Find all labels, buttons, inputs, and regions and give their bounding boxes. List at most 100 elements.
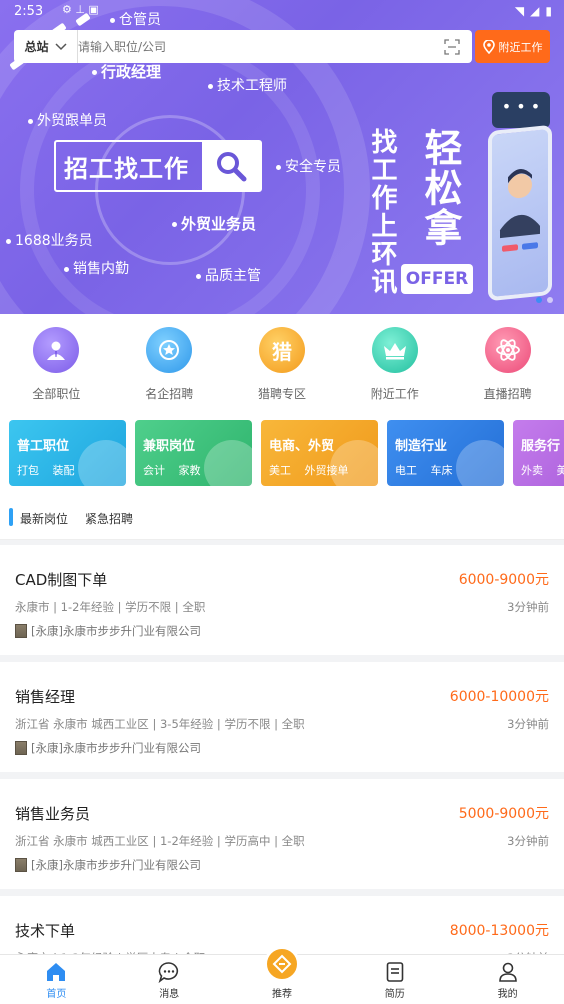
job-posted-time: 3分钟前	[507, 600, 549, 614]
company-building-icon	[15, 624, 27, 638]
industry-card-manufacturing[interactable]: 制造行业 电工 车床	[387, 420, 504, 486]
industry-card-service[interactable]: 服务行 外卖 美	[513, 420, 564, 486]
station-selector[interactable]: 总站	[14, 30, 78, 63]
home-icon	[47, 963, 66, 981]
search-input[interactable]	[78, 39, 444, 54]
job-company: [永康]永康市步步升门业有限公司	[15, 740, 201, 756]
card-subtitle: 外卖 美	[521, 464, 564, 477]
wifi-icon: ◥	[514, 4, 525, 18]
card-title: 制造行业	[395, 439, 448, 454]
banner-tag: 销售内勤	[64, 258, 129, 278]
chat-bubble-illustration: • • •	[492, 92, 550, 128]
category-famous-companies[interactable]: 名企招聘	[113, 314, 226, 414]
banner-tag: 行政经理	[92, 61, 161, 82]
yen-coin-icon	[204, 440, 252, 486]
banner-slogan-big: 轻松拿	[418, 128, 462, 248]
status-bar: 2:53 ⚙ ⊥ ▣ ◥ ◢ ▮	[0, 0, 564, 24]
company-building-icon	[15, 741, 27, 755]
category-headhunting[interactable]: 猎 猎聘专区	[226, 314, 339, 414]
job-title: CAD制图下单	[15, 571, 108, 589]
search-bar: 总站	[14, 30, 472, 63]
pagination-dot[interactable]	[536, 297, 542, 303]
industry-card-ecommerce[interactable]: 电商、外贸 美工 外贸接单	[261, 420, 378, 486]
scan-icon[interactable]	[444, 38, 460, 55]
job-list-item[interactable]: 销售经理 6000-10000元 浙江省 永康市 城西工业区 | 3-5年经验 …	[0, 662, 564, 772]
company-name: [永康]永康市步步升门业有限公司	[31, 858, 201, 872]
lie-char-icon: 猎	[258, 327, 305, 373]
banner-headline-text: 招工找工作	[64, 154, 189, 183]
banner-tag: 技术工程师	[208, 75, 287, 95]
nav-home[interactable]: 首页	[0, 955, 113, 1004]
category-label: 名企招聘	[145, 387, 194, 401]
nav-messages[interactable]: 消息	[113, 955, 226, 1004]
tab-latest-jobs[interactable]: 最新岗位	[20, 510, 68, 527]
category-nearby-jobs[interactable]: 附近工作	[338, 314, 451, 414]
banner-tag: 外贸业务员	[172, 213, 256, 234]
card-title: 普工职位	[17, 439, 70, 454]
nav-label: 首页	[46, 989, 67, 1000]
banner-pagination	[536, 297, 553, 303]
industry-card-general-worker[interactable]: 普工职位 打包 装配	[9, 420, 126, 486]
banner-tag: 品质主管	[196, 265, 261, 285]
notification-icons: ⚙ ⊥ ▣	[62, 3, 99, 16]
card-subtitle: 电工 车床	[395, 464, 453, 477]
category-label: 猎聘专区	[257, 387, 306, 401]
tab-urgent-hiring[interactable]: 紧急招聘	[85, 510, 133, 527]
job-salary: 5000-9000元	[458, 806, 549, 822]
job-meta: 浙江省 永康市 城西工业区 | 3-5年经验 | 学历不限 | 全职	[15, 717, 305, 731]
diamond-ticket-icon[interactable]	[264, 946, 300, 982]
job-company: [永康]永康市步步升门业有限公司	[15, 623, 201, 639]
category-label: 全部职位	[32, 387, 81, 401]
card-subtitle: 打包 装配	[17, 464, 75, 477]
category-label: 直播招聘	[483, 387, 532, 401]
nav-label: 我的	[497, 989, 518, 1000]
star-medal-icon	[146, 327, 193, 373]
job-posted-time: 3分钟前	[507, 834, 549, 848]
nav-label: 简历	[384, 989, 405, 1000]
person-tie-icon	[33, 327, 80, 373]
resume-doc-icon	[386, 962, 404, 982]
job-salary: 6000-10000元	[449, 689, 549, 705]
company-name: [永康]永康市步步升门业有限公司	[31, 741, 201, 755]
job-salary: 6000-9000元	[458, 572, 549, 588]
job-list-item[interactable]: CAD制图下单 6000-9000元 永康市 | 1-2年经验 | 学历不限 |…	[0, 545, 564, 655]
status-icons: ◥ ◢ ▮	[515, 4, 552, 18]
industry-card-part-time[interactable]: 兼职岗位 会计 家教	[135, 420, 252, 486]
job-company: [永康]永康市步步升门业有限公司	[15, 857, 201, 873]
job-list-tabs: 最新岗位 紧急招聘	[0, 498, 564, 540]
pagination-dot[interactable]	[547, 297, 553, 303]
job-meta: 浙江省 永康市 城西工业区 | 1-2年经验 | 学历高中 | 全职	[15, 834, 305, 848]
job-title: 销售业务员	[15, 805, 91, 823]
phone-illustration	[488, 124, 552, 302]
nearby-jobs-label: 附近工作	[498, 40, 543, 54]
location-pin-icon	[482, 39, 495, 54]
card-title: 服务行	[521, 439, 561, 454]
gear-icon	[456, 440, 504, 486]
nav-profile[interactable]: 我的	[451, 955, 564, 1004]
job-salary: 8000-13000元	[449, 923, 549, 939]
category-live-recruiting[interactable]: 直播招聘	[451, 314, 564, 414]
atom-icon	[484, 327, 531, 373]
nav-label: 消息	[159, 989, 180, 1000]
category-all-jobs[interactable]: 全部职位	[0, 314, 113, 414]
job-title: 销售经理	[15, 688, 76, 706]
nav-resume[interactable]: 简历	[338, 955, 451, 1004]
tab-active-indicator	[9, 508, 13, 526]
app-screen: 仓管员 行政经理 技术工程师 外贸跟单员 安全专员 外贸业务员 1688业务员 …	[0, 0, 564, 1004]
job-list-item[interactable]: 销售业务员 5000-9000元 浙江省 永康市 城西工业区 | 1-2年经验 …	[0, 779, 564, 889]
banner-headline: 招工找工作	[54, 140, 262, 192]
company-building-icon	[15, 858, 27, 872]
crown-icon	[371, 327, 418, 373]
battery-icon: ▮	[545, 4, 552, 18]
status-time: 2:53	[14, 4, 44, 19]
category-grid: 全部职位 名企招聘 猎 猎聘专区 附近工作 直播招聘	[0, 314, 564, 414]
card-title: 兼职岗位	[143, 439, 196, 454]
industry-cards-scroller[interactable]: 普工职位 打包 装配 兼职岗位 会计 家教 电商、外贸 美工 外贸接单 制造行业…	[0, 414, 564, 498]
card-title: 电商、外贸	[269, 439, 335, 454]
nearby-jobs-button[interactable]: 附近工作	[475, 30, 550, 63]
magnifier-icon	[202, 142, 260, 190]
banner-tag: 外贸跟单员	[28, 110, 107, 130]
card-subtitle: 美工 外贸接单	[269, 464, 349, 477]
company-name: [永康]永康市步步升门业有限公司	[31, 624, 201, 638]
chat-bubble-icon	[158, 962, 179, 983]
